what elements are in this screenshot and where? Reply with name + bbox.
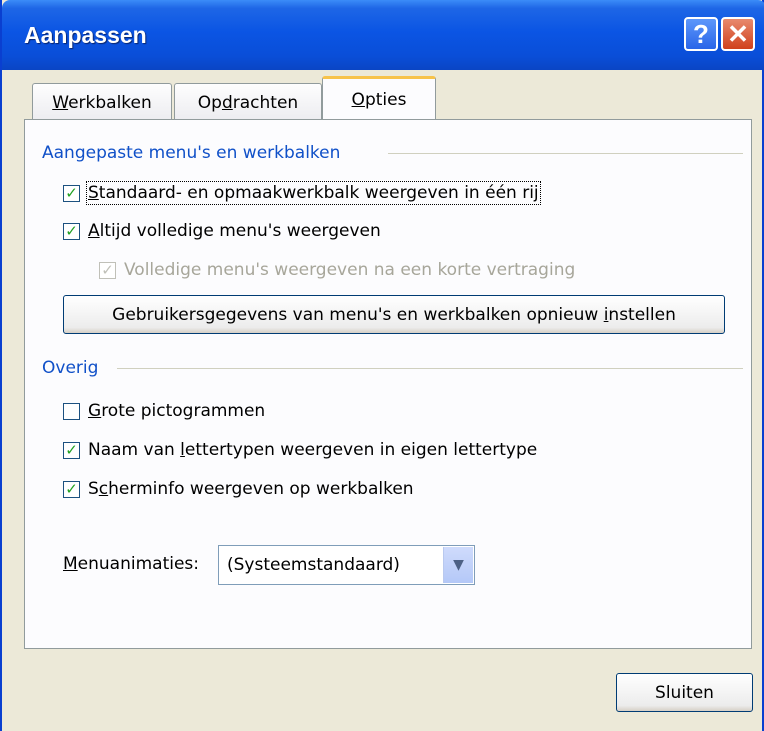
option-standard-toolbar-one-row[interactable]: ✓ Standaard- en opmaakwerkbalk weergeven… [63, 181, 541, 205]
option-label: Naam van lettertypen weergeven in eigen … [88, 440, 538, 460]
option-label: Grote pictogrammen [88, 401, 266, 421]
close-button[interactable]: Sluiten [616, 673, 753, 712]
menu-animations-label: Menuanimaties: [63, 554, 200, 574]
tab-werkbalken[interactable]: Werkbalken [32, 83, 172, 121]
tab-label: Opties [351, 90, 407, 110]
option-screentips-on-toolbars[interactable]: ✓ Scherminfo weergeven op werkbalken [63, 479, 414, 499]
check-icon: ✓ [65, 440, 78, 459]
option-label: Standaard- en opmaakwerkbalk weergeven i… [86, 181, 541, 205]
tab-label: Werkbalken [52, 92, 152, 113]
option-font-names-in-font[interactable]: ✓ Naam van lettertypen weergeven in eige… [63, 440, 537, 460]
window-title: Aanpassen [24, 22, 147, 48]
checkbox[interactable]: ✓ [63, 440, 80, 459]
question-mark-icon: ? [693, 18, 709, 49]
close-window-button[interactable]: ✕ [721, 17, 755, 51]
button-label: Gebruikersgegevens van menu's en werkbal… [112, 304, 676, 325]
tab-opdrachten[interactable]: Opdrachten [174, 83, 322, 121]
reset-usage-data-button[interactable]: Gebruikersgegevens van menu's en werkbal… [63, 295, 725, 334]
checkbox[interactable]: ✓ [63, 183, 80, 202]
check-icon: ✓ [65, 479, 78, 498]
tab-label: Opdrachten [197, 92, 299, 113]
select-value: (Systeemstandaard) [227, 555, 400, 575]
option-label: Altijd volledige menu's weergeven [88, 221, 381, 241]
checkbox[interactable]: ✓ [63, 221, 80, 240]
group-divider [388, 153, 743, 154]
checkbox[interactable]: ✓ [63, 479, 80, 498]
group-title-custom-menus: Aangepaste menu's en werkbalken [42, 143, 341, 163]
group-title-other: Overig [42, 358, 99, 378]
menu-animations-select[interactable]: (Systeemstandaard) ▼ [218, 545, 475, 585]
title-bar[interactable]: Aanpassen ? ✕ [2, 0, 764, 70]
option-always-full-menus[interactable]: ✓ Altijd volledige menu's weergeven [63, 221, 381, 241]
tab-opties[interactable]: Opties [322, 76, 436, 121]
check-icon: ✓ [65, 183, 78, 202]
chevron-down-icon[interactable]: ▼ [443, 547, 473, 583]
check-icon: ✓ [65, 221, 78, 240]
option-full-menus-after-delay: ✓ Volledige menu's weergeven na een kort… [99, 260, 575, 280]
close-icon: ✕ [727, 18, 749, 49]
option-label: Volledige menu's weergeven na een korte … [124, 260, 576, 280]
checkbox[interactable] [63, 402, 80, 420]
help-button[interactable]: ? [684, 17, 718, 51]
button-label: Sluiten [655, 682, 714, 703]
customize-dialog: Aanpassen ? ✕ Werkbalken Opdrachten Opti… [0, 0, 764, 731]
checkbox-disabled: ✓ [99, 260, 116, 279]
option-label: Scherminfo weergeven op werkbalken [88, 479, 414, 499]
check-icon: ✓ [101, 260, 114, 279]
group-divider [117, 368, 743, 369]
option-large-icons[interactable]: Grote pictogrammen [63, 401, 265, 421]
